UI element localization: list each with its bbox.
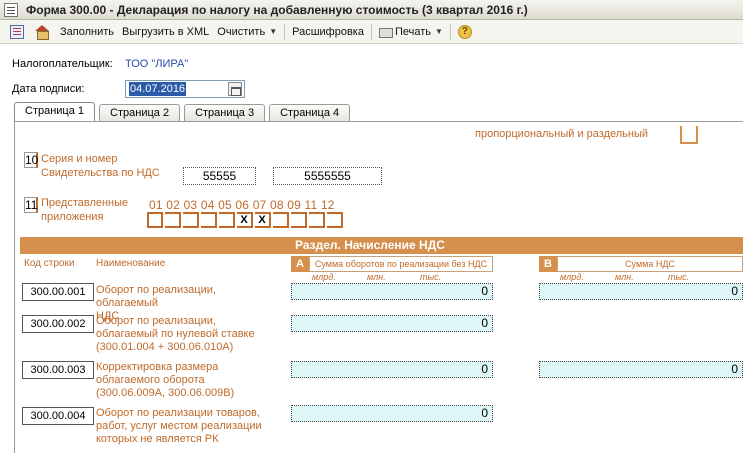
taxpayer-link[interactable]: ТОО "ЛИРА": [125, 58, 188, 70]
row-name: Оборот по реализации, облагаемый по нуле…: [96, 315, 281, 354]
appendix-check-11[interactable]: [309, 212, 325, 228]
toolbar-separator: [284, 23, 286, 40]
export-xml-button[interactable]: Выгрузить в XML: [118, 22, 213, 42]
chevron-down-icon: ▼: [435, 27, 443, 36]
row-amount-a-input[interactable]: 0: [291, 283, 493, 300]
house-button[interactable]: [30, 22, 56, 42]
certificate-number-input[interactable]: 5555555: [273, 167, 382, 185]
proportional-checkbox[interactable]: [680, 126, 698, 144]
row-name-line: Оборот по реализации,: [96, 315, 216, 327]
field-10-number: 10: [24, 152, 39, 168]
appendix-check-12[interactable]: [327, 212, 343, 228]
unit-billion-b: млрд.: [560, 272, 584, 282]
tab-page-2[interactable]: Страница 2: [99, 104, 181, 122]
field-10-label-1: Серия и номер: [41, 153, 118, 165]
field-10-label-2: Свидетельства по НДС: [41, 167, 160, 179]
row-name-line: которых не является РК: [96, 433, 219, 445]
column-a-caption: Сумма оборотов по реализации без НДС: [309, 256, 493, 272]
sign-date-input[interactable]: 04.07.2016: [125, 80, 245, 98]
title-bar: Форма 300.00 - Декларация по налогу на д…: [0, 0, 743, 20]
certificate-series-input[interactable]: 55555: [183, 167, 256, 185]
toolbar-separator: [370, 23, 372, 40]
row-name: Корректировка размера облагаемого оборот…: [96, 361, 281, 400]
section-header: Раздел. Начисление НДС: [20, 237, 743, 254]
field-11-label-1: Представленные: [41, 197, 129, 209]
column-b-caption: Сумма НДС: [557, 256, 743, 272]
appendix-check-04[interactable]: [201, 212, 217, 228]
row-code: 300.00.001: [22, 283, 94, 301]
row-code: 300.00.004: [22, 407, 94, 425]
sign-date-value: 04.07.2016: [129, 82, 187, 96]
row-code: 300.00.002: [22, 315, 94, 333]
printer-icon: [378, 28, 393, 38]
tab-page-4[interactable]: Страница 4: [269, 104, 351, 122]
field-11-number: 11: [24, 197, 38, 213]
column-a-letter: A: [291, 256, 309, 272]
clear-label: Очистить: [217, 25, 266, 38]
row-name: Оборот по реализации товаров, работ, усл…: [96, 407, 281, 446]
decode-button[interactable]: Расшифровка: [288, 22, 368, 42]
row-name-line: облагаемый по нулевой ставке: [96, 328, 255, 340]
field-11-label-2: приложения: [41, 211, 104, 223]
appendix-check-07[interactable]: X: [255, 212, 271, 228]
sign-date-label: Дата подписи:: [12, 83, 85, 95]
toolbar: Заполнить Выгрузить в XML Очистить ▼ Расш…: [0, 20, 743, 44]
sheet-button[interactable]: [6, 22, 30, 42]
column-code-header: Код строки: [24, 258, 75, 269]
unit-thousand-b: тыс.: [668, 272, 690, 282]
unit-thousand-a: тыс.: [420, 272, 442, 282]
appendix-check-03[interactable]: [183, 212, 199, 228]
row-amount-a-input[interactable]: 0: [291, 405, 493, 422]
toolbar-separator: [449, 23, 451, 40]
fill-label: Заполнить: [60, 25, 115, 38]
tab-page-1[interactable]: Страница 1: [14, 102, 96, 122]
window-title: Форма 300.00 - Декларация по налогу на д…: [26, 2, 528, 17]
row-vat-b-input[interactable]: 0: [539, 283, 743, 300]
appendix-check-05[interactable]: [219, 212, 235, 228]
help-button[interactable]: ?: [454, 22, 478, 42]
page-tabs: Страница 1 Страница 2 Страница 3 Страниц…: [14, 102, 354, 122]
taxpayer-label: Налогоплательщик:: [12, 58, 113, 70]
row-code: 300.00.003: [22, 361, 94, 379]
row-name-line: Оборот по реализации товаров,: [96, 407, 260, 419]
export-xml-label: Выгрузить в XML: [122, 25, 210, 38]
row-name-line: Оборот по реализации, облагаемый: [96, 284, 216, 309]
appendix-check-02[interactable]: [165, 212, 181, 228]
unit-million-b: млн.: [615, 272, 634, 282]
row-amount-a-input[interactable]: 0: [291, 361, 493, 378]
calendar-icon[interactable]: [228, 82, 242, 96]
spreadsheet-icon: [10, 24, 24, 39]
appendix-check-06[interactable]: X: [237, 212, 253, 228]
decode-label: Расшифровка: [292, 25, 364, 38]
column-b-letter: B: [539, 256, 557, 272]
clear-button[interactable]: Очистить ▼: [213, 22, 281, 42]
chevron-down-icon: ▼: [269, 27, 278, 36]
unit-million-a: млн.: [367, 272, 386, 282]
appendix-check-09[interactable]: [291, 212, 307, 228]
house-icon: [34, 24, 50, 40]
row-name-line: работ, услуг местом реализации: [96, 420, 262, 432]
appendix-check-01[interactable]: [147, 212, 163, 228]
row-vat-b-input[interactable]: 0: [539, 361, 743, 378]
form-icon: [4, 2, 18, 17]
appendix-check-08[interactable]: [273, 212, 289, 228]
row-name-line: облагаемого оборота: [96, 374, 205, 386]
print-button[interactable]: Печать ▼: [375, 22, 447, 42]
appendix-labels: 01 02 03 04 05 06 07 08 09 11 12: [149, 198, 335, 212]
fill-button[interactable]: Заполнить: [56, 22, 118, 42]
help-icon: ?: [457, 24, 472, 39]
proportional-label: пропорциональный и раздельный: [475, 128, 649, 140]
row-name-line: (300.01.004 + 300.06.010А): [96, 341, 234, 353]
section-title: Раздел. Начисление НДС: [295, 238, 445, 252]
unit-billion-a: млрд.: [312, 272, 336, 282]
row-amount-a-input[interactable]: 0: [291, 315, 493, 332]
row-name-line: Корректировка размера: [96, 361, 219, 373]
tab-page-3[interactable]: Страница 3: [184, 104, 266, 122]
row-name-line: (300.06.009А, 300.06.009В): [96, 387, 235, 399]
column-name-header: Наименование: [96, 258, 166, 269]
print-label: Печать: [394, 25, 432, 38]
